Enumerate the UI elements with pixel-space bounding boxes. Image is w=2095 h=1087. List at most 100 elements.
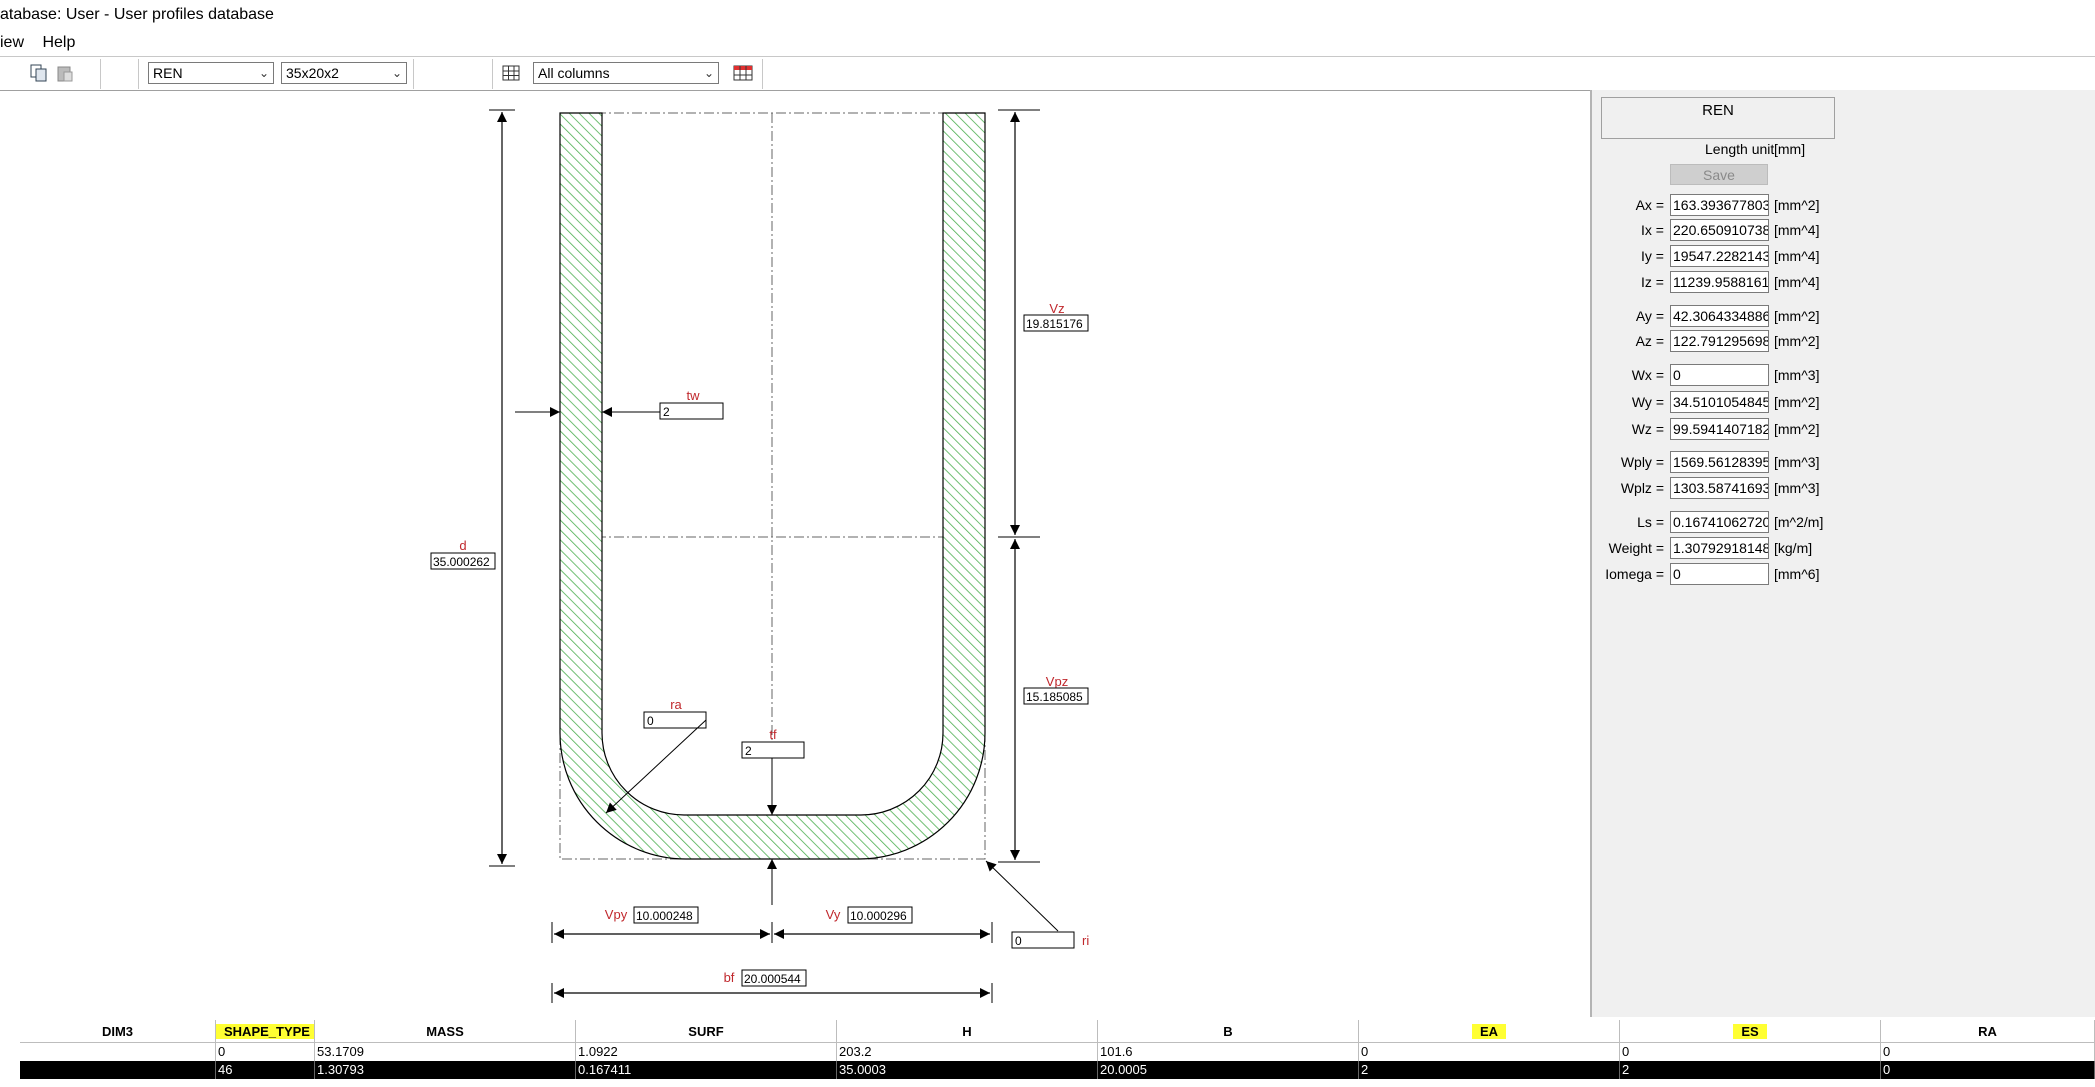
prop-label-wplz: Wplz =: [1620, 480, 1664, 496]
prop-input-wplz[interactable]: 1303.587416939: [1670, 477, 1769, 499]
toolbar-separator: [413, 59, 414, 89]
table-cell[interactable]: 0: [1359, 1043, 1620, 1061]
toolbar-separator: [492, 59, 493, 89]
prop-input-ix[interactable]: 220.6509107386: [1670, 219, 1769, 241]
column-header-es[interactable]: ES: [1620, 1020, 1881, 1043]
prop-input-wy[interactable]: 34.51010548451: [1670, 391, 1769, 413]
value-d: 35.000262: [433, 555, 490, 569]
table-cell[interactable]: 0: [216, 1043, 315, 1061]
column-header-shape-type[interactable]: SHAPE_TYPE: [216, 1020, 315, 1043]
value-vy: 10.000296: [850, 909, 907, 923]
value-vz: 19.815176: [1026, 317, 1083, 331]
label-bf: bf: [724, 970, 735, 985]
value-vpy: 10.000248: [636, 909, 693, 923]
prop-input-ax[interactable]: 163.3936778038: [1670, 194, 1769, 216]
value-ra: 0: [647, 714, 654, 728]
column-header-h[interactable]: H: [837, 1020, 1098, 1043]
window-title: atabase: User - User profiles database: [0, 6, 274, 23]
prop-unit-wy: [mm^2]: [1774, 394, 1820, 410]
table-grid-icon[interactable]: [502, 64, 520, 82]
prop-label-wz: Wz =: [1631, 421, 1664, 437]
table-cell[interactable]: 53.1709: [315, 1043, 576, 1061]
prop-unit-wx: [mm^3]: [1774, 367, 1820, 383]
prop-input-wply[interactable]: 1569.561283952: [1670, 451, 1769, 473]
prop-unit-wply: [mm^3]: [1774, 454, 1820, 470]
table-cell[interactable]: [20, 1043, 216, 1061]
dimension-bf: bf 20.000544: [551, 969, 993, 1003]
table-cell[interactable]: 1.0922: [576, 1043, 837, 1061]
selected-table-cell[interactable]: 0: [1881, 1061, 2095, 1079]
column-settings-icon[interactable]: [733, 64, 753, 82]
prop-unit-ls: [m^2/m]: [1774, 514, 1824, 530]
chevron-down-icon: ⌄: [703, 66, 714, 80]
table-cell[interactable]: 203.2: [837, 1043, 1098, 1061]
selected-table-cell[interactable]: 0.167411: [576, 1061, 837, 1079]
length-unit-value: [mm]: [1774, 141, 1806, 157]
selected-table-cell[interactable]: 2: [1359, 1061, 1620, 1079]
prop-unit-ay: [mm^2]: [1774, 308, 1820, 324]
column-header-ra[interactable]: RA: [1881, 1020, 2095, 1043]
label-tw: tw: [687, 388, 701, 403]
prop-input-ay[interactable]: 42.30643348865: [1670, 305, 1769, 327]
prop-input-wz[interactable]: 99.59414071822: [1670, 418, 1769, 440]
value-tw: 2: [663, 405, 670, 419]
prop-input-weight[interactable]: 1.307929181484: [1670, 537, 1769, 559]
column-header-mass[interactable]: MASS: [315, 1020, 576, 1043]
prop-label-ls: Ls =: [1637, 514, 1664, 530]
label-vy: Vy: [826, 907, 841, 922]
profile-type-select[interactable]: REN ⌄: [148, 62, 274, 84]
prop-label-ay: Ay =: [1635, 308, 1664, 324]
selected-table-cell[interactable]: 35.0003: [837, 1061, 1098, 1079]
prop-input-iy[interactable]: 19547.22821432: [1670, 245, 1769, 267]
prop-input-iomega[interactable]: 0: [1670, 563, 1769, 585]
prop-unit-ix: [mm^4]: [1774, 222, 1820, 238]
selected-table-cell[interactable]: 20.0005: [1098, 1061, 1359, 1079]
menu-view[interactable]: iew: [0, 34, 24, 51]
menu-help[interactable]: Help: [42, 34, 75, 51]
prop-input-az[interactable]: 122.7912956987: [1670, 330, 1769, 352]
prop-label-wx: Wx =: [1631, 367, 1664, 383]
prop-label-wply: Wply =: [1620, 454, 1664, 470]
toolbar-separator: [762, 59, 763, 89]
prop-unit-wplz: [mm^3]: [1774, 480, 1820, 496]
copy-icon[interactable]: [30, 64, 48, 82]
column-header-surf[interactable]: SURF: [576, 1020, 837, 1043]
profile-size-value: 35x20x2: [286, 65, 339, 81]
prop-unit-ax: [mm^2]: [1774, 197, 1820, 213]
dimension-vz-vpz: Vz 19.815176 Vpz 15.185085: [998, 109, 1089, 863]
profile-size-select[interactable]: 35x20x2 ⌄: [281, 62, 407, 84]
label-vz: Vz: [1049, 301, 1064, 316]
columns-select-value: All columns: [538, 65, 610, 81]
prop-label-iomega: Iomega =: [1605, 566, 1664, 582]
prop-input-wx[interactable]: 0: [1670, 364, 1769, 386]
table-cell[interactable]: 0: [1881, 1043, 2095, 1061]
value-tf: 2: [745, 744, 752, 758]
prop-unit-iy: [mm^4]: [1774, 248, 1820, 264]
label-ra: ra: [670, 697, 682, 712]
selected-table-cell[interactable]: 2: [1620, 1061, 1881, 1079]
prop-input-iz[interactable]: 11239.95881615: [1670, 271, 1769, 293]
selected-table-cell[interactable]: 1.30793: [315, 1061, 576, 1079]
table-cell[interactable]: 0: [1620, 1043, 1881, 1061]
selected-table-cell[interactable]: [20, 1061, 216, 1079]
prop-label-wy: Wy =: [1631, 394, 1664, 410]
prop-label-weight: Weight =: [1608, 540, 1664, 556]
prop-input-ls[interactable]: 0.167410627207: [1670, 511, 1769, 533]
columns-select[interactable]: All columns ⌄: [533, 62, 719, 84]
selected-table-cell[interactable]: 46: [216, 1061, 315, 1079]
toolbar-separator: [138, 59, 139, 89]
paste-icon[interactable]: [56, 64, 74, 82]
label-ri: ri: [1082, 933, 1089, 948]
dimension-vpy-vy: Vpy 10.000248 Vy 10.000296: [551, 906, 993, 943]
value-ri: 0: [1015, 934, 1022, 948]
toolbar-separator: [100, 59, 101, 89]
table-cell[interactable]: 101.6: [1098, 1043, 1359, 1061]
column-header-b[interactable]: B: [1098, 1020, 1359, 1043]
dimension-ri: 0 ri: [985, 860, 1089, 949]
prop-unit-wz: [mm^2]: [1774, 421, 1820, 437]
value-bf: 20.000544: [744, 972, 801, 986]
save-button[interactable]: Save: [1670, 164, 1768, 185]
prop-label-ix: Ix =: [1641, 222, 1664, 238]
column-header-ea[interactable]: EA: [1359, 1020, 1620, 1043]
column-header-dim3[interactable]: DIM3: [20, 1020, 216, 1043]
